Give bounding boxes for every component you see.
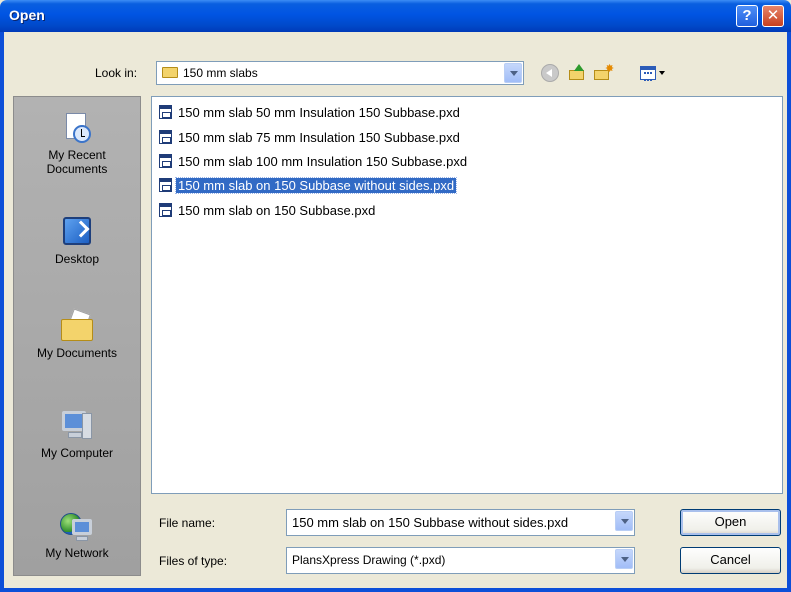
window-title: Open	[9, 7, 45, 23]
look-in-label: Look in:	[95, 66, 138, 80]
place-my-documents[interactable]: My Documents	[14, 308, 140, 360]
view-menu-icon[interactable]	[640, 64, 666, 82]
chevron-down-icon[interactable]	[615, 549, 633, 569]
place-my-computer[interactable]: My Computer	[14, 409, 140, 460]
place-label: Documents	[46, 162, 108, 176]
file-name: 150 mm slab 75 mm Insulation 150 Subbase…	[178, 130, 460, 145]
title-bar[interactable]: Open ? ✕	[0, 0, 791, 32]
look-in-dropdown[interactable]: 150 mm slabs	[156, 61, 524, 85]
place-label: My Documents	[36, 346, 118, 360]
pxd-file-icon	[159, 203, 172, 217]
cancel-button[interactable]: Cancel	[680, 547, 781, 574]
my-network-icon	[60, 509, 94, 543]
files-of-type-label: Files of type:	[159, 554, 228, 568]
places-bar: My Recent Documents Desktop My Documents…	[13, 96, 141, 576]
folder-icon	[162, 67, 178, 78]
look-in-value: 150 mm slabs	[183, 66, 258, 80]
up-folder-icon[interactable]	[568, 64, 586, 82]
place-desktop[interactable]: Desktop	[14, 215, 140, 266]
close-button[interactable]: ✕	[762, 5, 784, 27]
file-name: 150 mm slab on 150 Subbase without sides…	[174, 177, 458, 194]
recent-documents-icon	[60, 111, 94, 145]
file-item[interactable]: 150 mm slab on 150 Subbase.pxd	[159, 202, 379, 221]
place-my-recent-documents[interactable]: My Recent Documents	[14, 111, 140, 176]
place-label: Desktop	[54, 252, 100, 266]
pxd-file-icon	[159, 178, 172, 192]
pxd-file-icon	[159, 154, 172, 168]
file-item[interactable]: 150 mm slab 75 mm Insulation 150 Subbase…	[159, 129, 464, 148]
file-list[interactable]: 150 mm slab 50 mm Insulation 150 Subbase…	[151, 96, 783, 494]
pxd-file-icon	[159, 105, 172, 119]
file-item-selected[interactable]: 150 mm slab on 150 Subbase without sides…	[159, 177, 458, 196]
file-name: 150 mm slab on 150 Subbase.pxd	[178, 203, 376, 218]
help-button[interactable]: ?	[736, 5, 758, 27]
file-name-label: File name:	[159, 516, 216, 530]
place-my-network[interactable]: My Network	[14, 509, 140, 560]
my-computer-icon	[60, 409, 94, 443]
file-name: 150 mm slab 50 mm Insulation 150 Subbase…	[178, 105, 460, 120]
new-folder-icon[interactable]: ✸	[594, 64, 614, 82]
file-item[interactable]: 150 mm slab 50 mm Insulation 150 Subbase…	[159, 104, 464, 123]
look-in-value-wrap: 150 mm slabs	[162, 66, 258, 80]
place-label: My Computer	[40, 446, 114, 460]
pxd-file-icon	[159, 130, 172, 144]
desktop-icon	[60, 215, 94, 249]
my-documents-icon	[60, 308, 94, 343]
files-of-type-value: PlansXpress Drawing (*.pxd)	[292, 553, 446, 567]
back-icon[interactable]	[541, 64, 559, 82]
window-frame-bottom	[0, 588, 791, 592]
window-frame-left	[0, 32, 4, 592]
files-of-type-dropdown[interactable]: PlansXpress Drawing (*.pxd)	[286, 547, 635, 574]
file-name: 150 mm slab 100 mm Insulation 150 Subbas…	[178, 154, 468, 169]
place-label: My Recent	[48, 148, 106, 162]
open-button[interactable]: Open	[680, 509, 781, 536]
file-item[interactable]: 150 mm slab 100 mm Insulation 150 Subbas…	[159, 153, 471, 172]
chevron-down-icon[interactable]	[615, 511, 633, 531]
file-name-field[interactable]: 150 mm slab on 150 Subbase without sides…	[286, 509, 635, 536]
window-frame-right	[787, 32, 791, 592]
chevron-down-icon[interactable]	[504, 63, 522, 83]
file-name-value: 150 mm slab on 150 Subbase without sides…	[292, 515, 569, 530]
place-label: My Network	[45, 546, 109, 560]
